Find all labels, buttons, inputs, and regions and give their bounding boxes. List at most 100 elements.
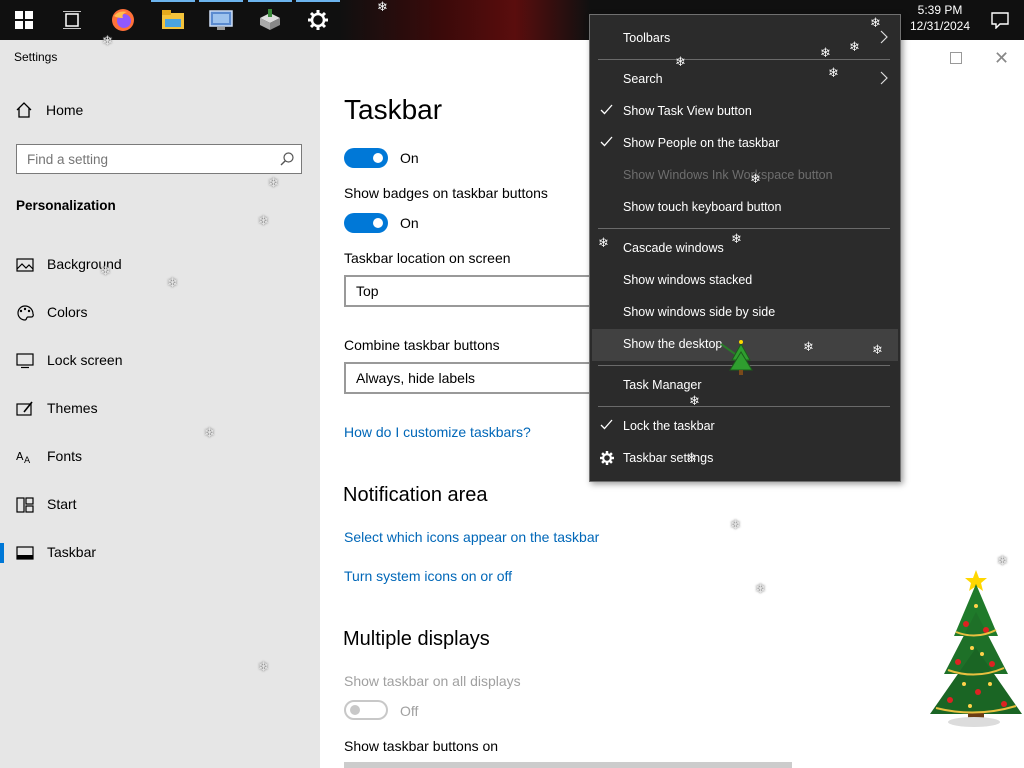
gear-icon xyxy=(600,451,614,468)
search-icon xyxy=(280,152,294,166)
menu-label-people: Show People on the taskbar xyxy=(623,136,780,150)
snowflake-icon: ❄ xyxy=(828,65,839,80)
chevron-right-icon xyxy=(880,71,888,88)
combine-value: Always, hide labels xyxy=(356,370,476,386)
menu-item-ink-workspace: Show Windows Ink Workspace button xyxy=(590,160,900,192)
menu-label-touch-keyboard: Show touch keyboard button xyxy=(623,200,782,214)
combine-label: Combine taskbar buttons xyxy=(344,337,500,353)
settings-sidebar: Settings Home Personalization Background… xyxy=(0,40,320,768)
menu-item-touch-keyboard[interactable]: Show touch keyboard button xyxy=(590,192,900,224)
nav-item-taskbar[interactable]: Taskbar xyxy=(0,536,320,570)
taskbar-toggle-1[interactable] xyxy=(344,148,388,168)
menu-item-task-view[interactable]: Show Task View button xyxy=(590,96,900,128)
nav-item-fonts[interactable]: A A Fonts xyxy=(0,440,320,474)
snowflake-icon: ❄ xyxy=(803,339,814,354)
show-on-all-displays-label: Show taskbar on all displays xyxy=(344,673,521,689)
window-title: Settings xyxy=(14,50,58,64)
menu-item-people[interactable]: Show People on the taskbar xyxy=(590,128,900,160)
menu-item-cascade[interactable]: Cascade windows xyxy=(590,233,900,265)
settings-gear-icon xyxy=(308,10,328,30)
nav-label-start: Start xyxy=(47,496,77,512)
snowflake-icon: ❄ xyxy=(204,425,215,440)
customize-taskbars-link[interactable]: How do I customize taskbars? xyxy=(344,424,531,440)
menu-separator xyxy=(598,406,890,407)
nav-item-themes[interactable]: Themes xyxy=(0,392,320,426)
system-clock[interactable]: 5:39 PM 12/31/2024 xyxy=(906,2,974,38)
start-icon xyxy=(16,497,34,513)
checkmark-icon xyxy=(600,419,614,433)
badges-label: Show badges on taskbar buttons xyxy=(344,185,548,201)
menu-label-toolbars: Toolbars xyxy=(623,31,671,45)
home-label: Home xyxy=(46,102,84,118)
snowflake-icon: ❄ xyxy=(598,235,609,250)
nav-item-start[interactable]: Start xyxy=(0,488,320,522)
nav-item-lock-screen[interactable]: Lock screen xyxy=(0,344,320,378)
location-dropdown[interactable]: Top xyxy=(344,275,590,307)
menu-item-search[interactable]: Search xyxy=(590,64,900,96)
menu-label-show-desktop: Show the desktop xyxy=(623,337,723,351)
home-nav-item[interactable]: Home xyxy=(16,102,83,118)
checkmark-icon xyxy=(600,136,614,150)
snowflake-icon: ❄ xyxy=(820,45,831,60)
notification-area-heading: Notification area xyxy=(343,484,488,506)
font-icon: A A xyxy=(16,450,31,465)
menu-label-cascade: Cascade windows xyxy=(623,241,724,255)
clock-time: 5:39 PM xyxy=(917,3,963,17)
system-icons-link[interactable]: Turn system icons on or off xyxy=(344,568,512,584)
installer-button[interactable] xyxy=(246,0,294,40)
snowflake-icon: ❄ xyxy=(675,54,686,69)
multiple-displays-heading: Multiple displays xyxy=(343,628,490,650)
menu-label-lock-taskbar: Lock the taskbar xyxy=(623,419,715,433)
snowflake-icon: ❄ xyxy=(730,517,741,532)
all-displays-state: Off xyxy=(400,703,419,719)
close-button[interactable]: ✕ xyxy=(994,48,1009,69)
control-panel-icon xyxy=(209,10,233,30)
windows-start-button[interactable] xyxy=(0,0,48,40)
location-label: Taskbar location on screen xyxy=(344,250,511,266)
snowflake-icon: ❄ xyxy=(872,342,883,357)
snowflake-icon: ❄ xyxy=(258,213,269,228)
picture-icon xyxy=(16,258,34,272)
taskbar-buttons-on-label: Show taskbar buttons on xyxy=(344,738,499,754)
menu-label-task-view: Show Task View button xyxy=(623,104,752,118)
menu-item-side-by-side[interactable]: Show windows side by side xyxy=(590,297,900,329)
svg-text:A: A xyxy=(16,450,24,463)
badges-toggle[interactable] xyxy=(344,213,388,233)
taskbar-icon xyxy=(16,546,34,560)
menu-label-search: Search xyxy=(623,72,663,86)
installer-icon xyxy=(260,9,280,30)
snowflake-icon: ❄ xyxy=(377,0,388,14)
buttons-on-dropdown[interactable] xyxy=(344,762,792,768)
control-panel-button[interactable] xyxy=(197,0,245,40)
snowflake-icon: ❄ xyxy=(167,275,178,290)
select-icons-link[interactable]: Select which icons appear on the taskbar xyxy=(344,529,599,545)
taskbar-context-menu: Toolbars Search Show Task View button Sh… xyxy=(589,14,901,482)
file-explorer-button[interactable] xyxy=(149,0,197,40)
settings-taskbar-button[interactable] xyxy=(294,0,342,40)
find-setting-box[interactable] xyxy=(16,144,302,174)
nav-label-lock-screen: Lock screen xyxy=(47,352,123,368)
task-view-button[interactable] xyxy=(48,0,96,40)
snowflake-icon: ❄ xyxy=(755,581,766,596)
snowflake-icon: ❄ xyxy=(689,393,700,408)
menu-label-ink: Show Windows Ink Workspace button xyxy=(623,168,833,182)
all-displays-toggle[interactable] xyxy=(344,700,388,720)
notification-icon xyxy=(991,11,1009,29)
brush-icon xyxy=(16,401,33,416)
menu-item-stacked[interactable]: Show windows stacked xyxy=(590,265,900,297)
snowflake-icon: ❄ xyxy=(849,39,860,54)
find-setting-input[interactable] xyxy=(17,145,287,173)
maximize-button[interactable] xyxy=(950,52,962,64)
menu-separator xyxy=(598,228,890,229)
toggle-1-state: On xyxy=(400,150,419,166)
nav-item-background[interactable]: Background xyxy=(0,248,320,282)
action-center-button[interactable] xyxy=(976,0,1024,40)
nav-label-fonts: Fonts xyxy=(47,448,83,464)
combine-dropdown[interactable]: Always, hide labels xyxy=(344,362,590,394)
badges-toggle-state: On xyxy=(400,215,419,231)
nav-item-colors[interactable]: Colors xyxy=(0,296,320,330)
menu-item-taskbar-settings[interactable]: Taskbar settings xyxy=(590,443,900,475)
home-icon xyxy=(16,102,32,118)
menu-item-lock-taskbar[interactable]: Lock the taskbar xyxy=(590,411,900,443)
snowflake-icon: ❄ xyxy=(731,231,742,246)
